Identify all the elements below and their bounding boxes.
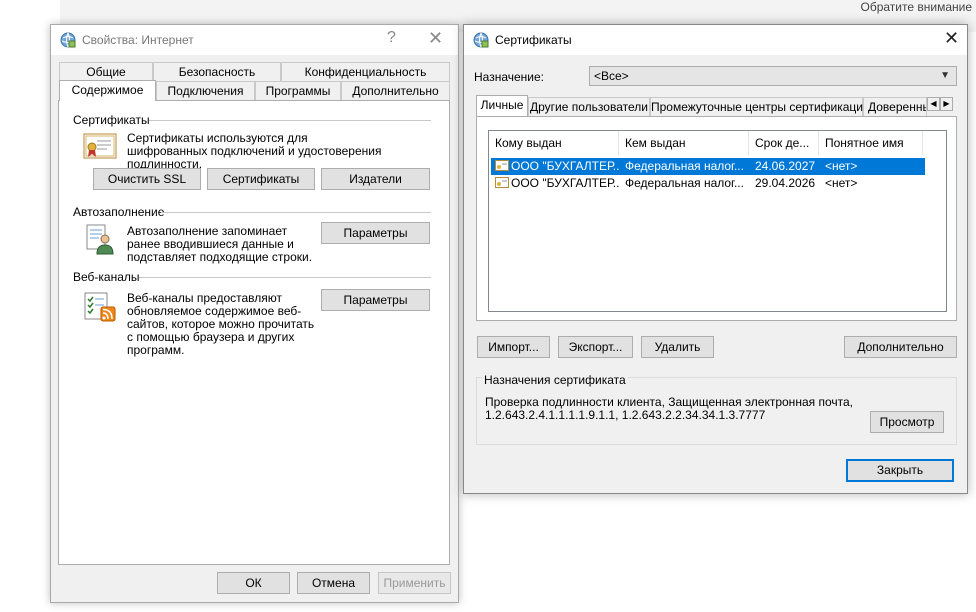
cancel-button[interactable]: Отмена <box>297 572 370 594</box>
clear-ssl-button[interactable]: Очистить SSL <box>93 168 201 190</box>
certificates-divider <box>149 120 431 121</box>
certificate-purposes-line1: Проверка подлинности клиента, Защищенная… <box>485 395 853 409</box>
tab-programs[interactable]: Программы <box>255 81 341 100</box>
content-tab-pane: Сертификаты Сертификаты используются для… <box>58 100 450 565</box>
certificate-purposes-group: Назначения сертификата Проверка подлинно… <box>476 373 957 445</box>
certificates-heading: Сертификаты <box>73 113 150 127</box>
feeds-divider <box>139 277 431 278</box>
certificate-list[interactable]: Кому выдан Кем выдан Срок де... Понятное… <box>488 130 947 312</box>
autocomplete-description: Автозаполнение запоминает ранее вводивши… <box>127 224 313 264</box>
internet-globe-icon <box>60 32 76 48</box>
autocomplete-heading: Автозаполнение <box>73 205 165 219</box>
remove-button[interactable]: Удалить <box>641 336 714 358</box>
tab-personal[interactable]: Личные <box>476 95 528 116</box>
view-button[interactable]: Просмотр <box>870 411 944 433</box>
advanced-button[interactable]: Дополнительно <box>844 336 957 358</box>
internet-options-close-button[interactable]: ✕ <box>428 28 443 49</box>
autocomplete-settings-button[interactable]: Параметры <box>321 222 430 244</box>
tab-intermediate-ca[interactable]: Промежуточные центры сертификации <box>650 97 870 116</box>
personal-tab-pane: Кому выдан Кем выдан Срок де... Понятное… <box>476 116 957 321</box>
tabs-scroll-right-button[interactable]: ▶ <box>940 97 953 111</box>
table-row[interactable]: ООО "БУХГАЛТЕР... Федеральная налог... 2… <box>491 175 925 192</box>
web-feeds-icon <box>84 292 116 322</box>
tab-security[interactable]: Безопасность <box>153 62 281 81</box>
tab-content[interactable]: Содержимое <box>59 80 156 101</box>
internet-options-dialog: Свойства: Интернет ? ✕ Общие Безопасност… <box>50 24 459 603</box>
certificate-purposes-heading: Назначения сертификата <box>482 373 628 387</box>
cell-issued-to: ООО "БУХГАЛТЕР... <box>511 159 619 173</box>
tab-privacy[interactable]: Конфиденциальность <box>281 62 450 81</box>
autocomplete-icon <box>86 224 114 255</box>
purpose-select-value: <Все> <box>594 69 629 83</box>
internet-options-title: Свойства: Интернет <box>82 33 194 47</box>
certificates-titlebar: Сертификаты ✕ <box>464 25 967 55</box>
feeds-heading: Веб-каналы <box>73 270 140 284</box>
tabs-scroll-left-button[interactable]: ◀ <box>927 97 940 111</box>
column-issued-by[interactable]: Кем выдан <box>619 131 749 155</box>
cell-expiration: 29.04.2026 <box>755 176 816 190</box>
table-row[interactable]: ООО "БУХГАЛТЕР... Федеральная налог... 2… <box>491 158 925 175</box>
purpose-select[interactable]: <Все> ▼ <box>589 66 957 86</box>
internet-options-titlebar: Свойства: Интернет ? ✕ <box>51 25 458 55</box>
certificate-small-icon <box>495 160 509 171</box>
export-button[interactable]: Экспорт... <box>558 336 633 358</box>
publishers-button[interactable]: Издатели <box>321 168 430 190</box>
cell-expiration: 24.06.2027 <box>755 159 816 173</box>
cell-issued-by: Федеральная налог... <box>625 176 744 190</box>
help-button[interactable]: ? <box>387 29 396 47</box>
certificate-purposes-line2: 1.2.643.2.4.1.1.1.1.9.1.1, 1.2.643.2.2.3… <box>485 408 766 422</box>
certificate-list-header: Кому выдан Кем выдан Срок де... Понятное… <box>489 131 946 155</box>
chevron-down-icon: ▼ <box>940 70 950 81</box>
close-button[interactable]: Закрыть <box>846 459 954 482</box>
column-friendly-name[interactable]: Понятное имя <box>819 131 923 155</box>
certificates-button[interactable]: Сертификаты <box>207 168 315 190</box>
certificates-close-icon[interactable]: ✕ <box>944 28 959 49</box>
tab-advanced[interactable]: Дополнительно <box>341 81 450 100</box>
certificates-title: Сертификаты <box>495 33 572 47</box>
autocomplete-divider <box>161 212 431 213</box>
tab-connections[interactable]: Подключения <box>156 81 255 100</box>
tab-general[interactable]: Общие <box>59 62 153 81</box>
certificates-globe-icon <box>473 32 489 48</box>
cell-issued-to: ООО "БУХГАЛТЕР... <box>511 176 619 190</box>
tab-trusted-root[interactable]: Доверенны <box>863 97 927 116</box>
cell-friendly-name: <нет> <box>825 159 858 173</box>
tab-other-people[interactable]: Другие пользователи <box>528 97 650 116</box>
column-issued-to[interactable]: Кому выдан <box>489 131 619 155</box>
certificates-description: Сертификаты используются для шифрованных… <box>127 131 382 171</box>
cell-friendly-name: <нет> <box>825 176 858 190</box>
feeds-description: Веб-каналы предоставляют обновляемое сод… <box>127 291 315 357</box>
certificate-small-icon <box>495 177 509 188</box>
import-button[interactable]: Импорт... <box>477 336 550 358</box>
background-notice-text: Обратите внимание <box>860 0 973 14</box>
ok-button[interactable]: ОК <box>217 572 290 594</box>
apply-button[interactable]: Применить <box>378 572 451 594</box>
cell-issued-by: Федеральная налог... <box>625 159 744 173</box>
purpose-label: Назначение: <box>474 70 545 84</box>
certificates-dialog: Сертификаты ✕ Назначение: <Все> ▼ Личные… <box>463 24 968 494</box>
feeds-settings-button[interactable]: Параметры <box>321 289 430 311</box>
certificate-icon <box>83 133 117 159</box>
column-expiration[interactable]: Срок де... <box>749 131 819 155</box>
